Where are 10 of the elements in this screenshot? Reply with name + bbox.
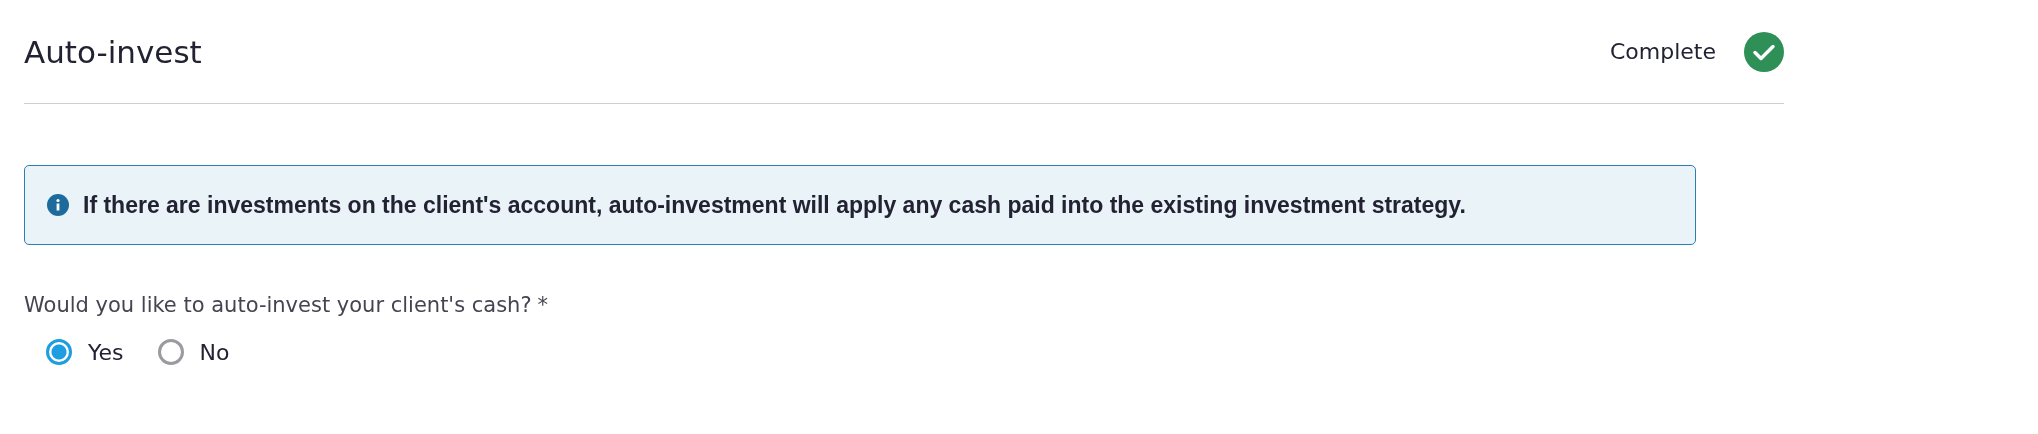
- radio-button[interactable]: [46, 339, 72, 365]
- question-label: Would you like to auto-invest your client's cash?: [24, 293, 532, 317]
- required-mark: *: [537, 293, 549, 317]
- radio-option[interactable]: Yes: [46, 339, 124, 365]
- info-text: If there are investments on the client's account, auto-investment will apply any cash paid into the existing investment strategy.: [83, 191, 1466, 219]
- radio-button[interactable]: [157, 339, 184, 365]
- section-title: Auto-invest: [24, 33, 202, 70]
- info-icon: [47, 194, 69, 216]
- status-label: Complete: [1609, 39, 1716, 64]
- radio-option[interactable]: No: [157, 339, 230, 365]
